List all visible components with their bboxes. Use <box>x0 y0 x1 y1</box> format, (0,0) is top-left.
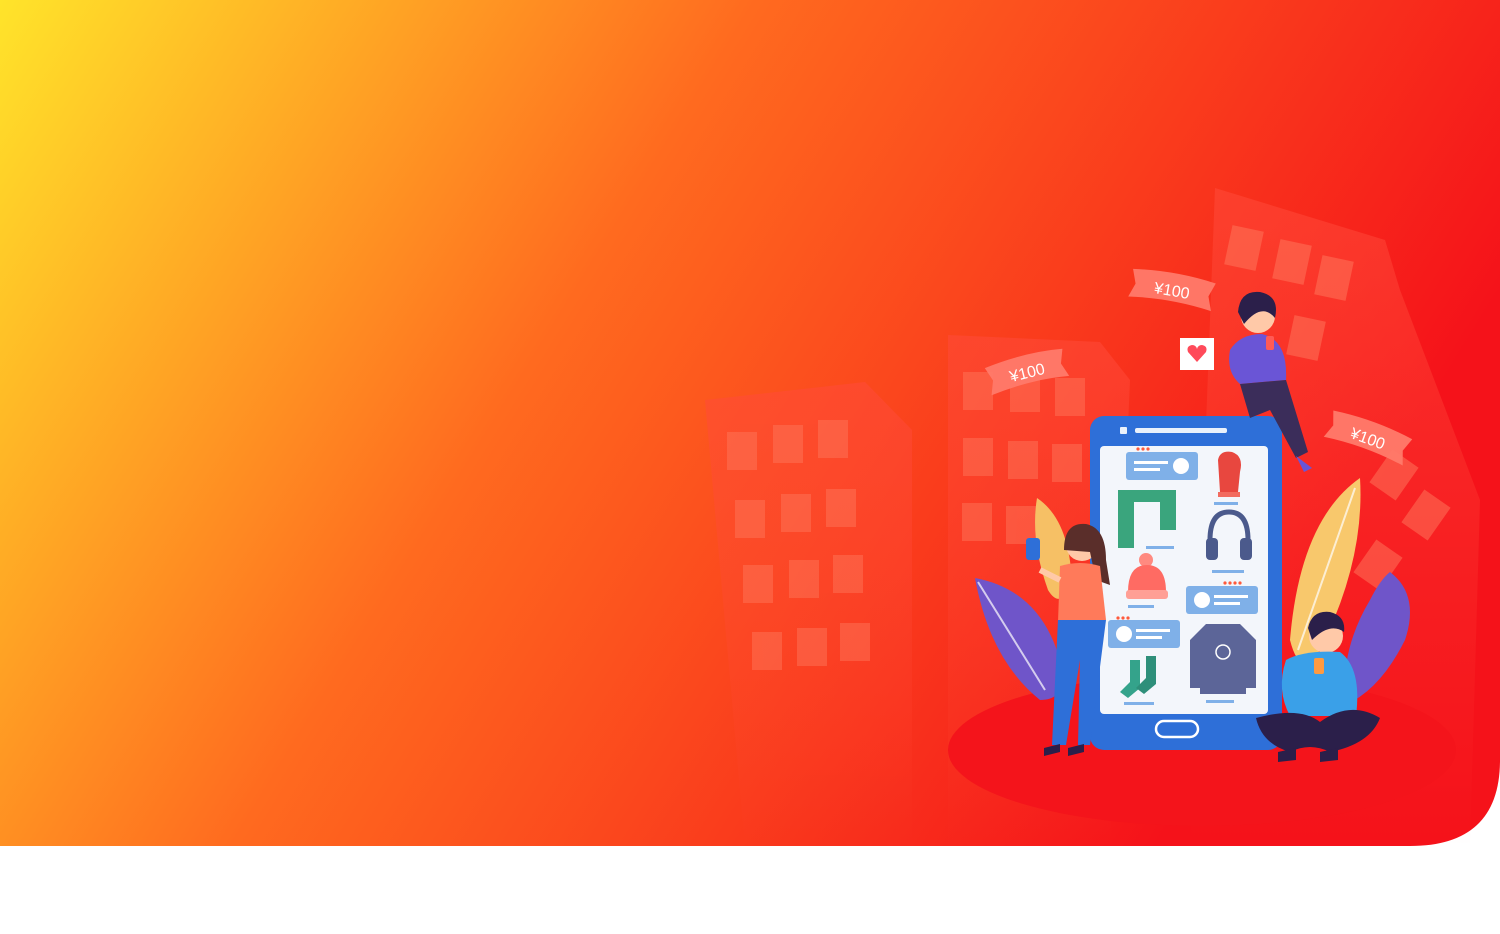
footer-band <box>0 846 1500 934</box>
review-bubble-top <box>1126 452 1198 480</box>
review-bubble-middle <box>1186 586 1258 614</box>
heart-card <box>1180 338 1214 370</box>
mittens-icon <box>1218 451 1241 497</box>
hero-banner: ¥100 ¥100 ¥100 <box>0 0 1500 934</box>
sweater-icon <box>1190 624 1256 694</box>
review-bubble-bottom <box>1108 620 1180 648</box>
hero-illustration: ¥100 ¥100 ¥100 <box>0 0 1500 934</box>
